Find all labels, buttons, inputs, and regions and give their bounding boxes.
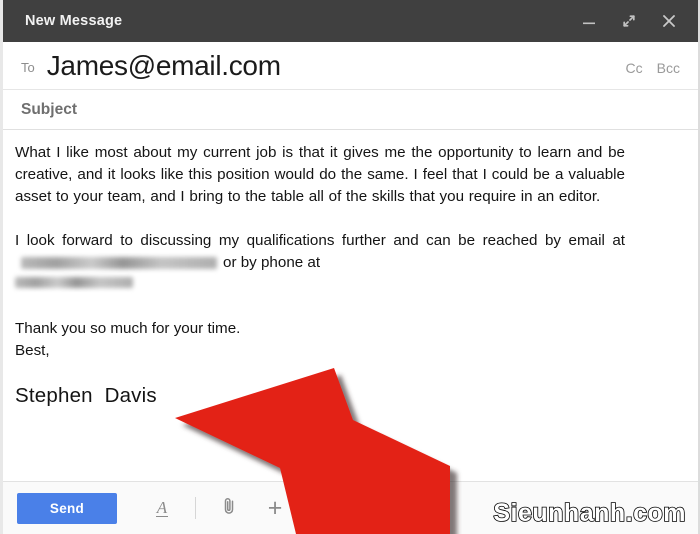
screenshot-root: New Message To James@email.com Cc Bcc Su… <box>0 0 700 534</box>
close-icon <box>660 12 678 30</box>
to-label: To <box>21 60 35 75</box>
send-button[interactable]: Send <box>17 492 117 524</box>
to-input[interactable]: James@email.com <box>47 51 626 80</box>
insert-more-button[interactable]: + <box>258 491 292 525</box>
subject-row[interactable]: Subject <box>3 90 698 130</box>
watermark-text: Sieunhanh.com <box>493 498 687 528</box>
format-text-icon: A <box>155 497 169 518</box>
cc-button[interactable]: Cc <box>626 60 643 76</box>
attach-file-icon <box>218 495 240 522</box>
body-paragraph-3: Thank you so much for your time. Best, <box>15 318 680 362</box>
body-paragraph-2: I look forward to discussing my qualific… <box>15 230 680 296</box>
body-paragraph-3-line-2: Best, <box>15 342 50 359</box>
body-paragraph-3-line-1: Thank you so much for your time. <box>15 320 241 337</box>
expand-icon <box>620 12 638 30</box>
toolbar-divider <box>195 497 196 519</box>
message-body[interactable]: What I like most about my current job is… <box>3 130 698 481</box>
window-controls <box>580 12 684 30</box>
expand-button[interactable] <box>620 12 638 30</box>
attach-file-button[interactable] <box>212 491 246 525</box>
body-paragraph-2-part2: or by phone at <box>223 254 321 271</box>
recipient-row[interactable]: To James@email.com Cc Bcc <box>3 42 698 90</box>
redacted-phone-line <box>15 274 680 296</box>
body-paragraph-1: What I like most about my current job is… <box>15 144 625 205</box>
redacted-phone <box>15 277 133 289</box>
redacted-email <box>21 256 217 269</box>
minimize-button[interactable] <box>580 12 598 30</box>
compose-titlebar: New Message <box>3 0 698 42</box>
format-text-button[interactable]: A <box>145 491 179 525</box>
cc-bcc-group: Cc Bcc <box>626 56 680 76</box>
body-paragraph-2-part1: I look forward to discussing my qualific… <box>15 232 625 249</box>
bcc-button[interactable]: Bcc <box>657 60 680 76</box>
signature-name: Stephen Davis <box>15 384 157 407</box>
window-title: New Message <box>25 13 123 29</box>
body-paragraph-2-text: I look forward to discussing my qualific… <box>15 230 625 274</box>
subject-input[interactable]: Subject <box>21 101 77 119</box>
close-button[interactable] <box>660 12 678 30</box>
minimize-icon <box>580 12 598 30</box>
compose-window: New Message To James@email.com Cc Bcc Su… <box>0 0 700 534</box>
insert-more-icon: + <box>267 493 283 522</box>
